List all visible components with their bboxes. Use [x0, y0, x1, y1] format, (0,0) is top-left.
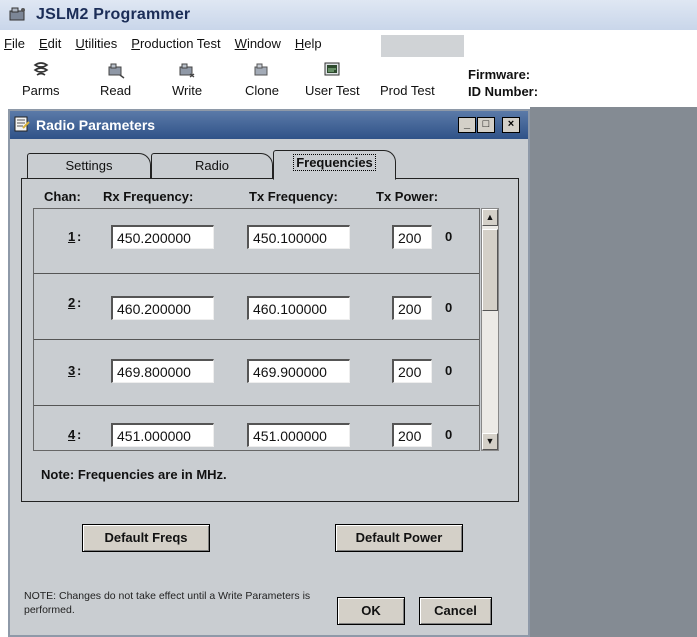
tab-frequencies[interactable]: Frequencies: [273, 150, 396, 180]
rx-frequency-field[interactable]: 460.200000: [111, 296, 214, 320]
column-header-chan: Chan:: [44, 189, 81, 204]
tx-frequency-field[interactable]: 469.900000: [247, 359, 350, 383]
channel-row: 3: 469.800000 469.900000 200 0: [34, 341, 479, 406]
clone-tool-button[interactable]: Clone: [245, 61, 279, 98]
ok-label: OK: [361, 603, 381, 618]
mdi-workspace: [530, 107, 697, 637]
clone-icon: [252, 61, 272, 79]
parms-icon: [31, 61, 51, 79]
app-titlebar: JSLM2 Programmer: [0, 0, 697, 30]
tx-power-indicator: 0: [445, 363, 453, 378]
menu-bar: File Edit Utilities Production Test Window He…: [0, 31, 697, 56]
close-button[interactable]: ×: [502, 117, 520, 133]
tab-settings[interactable]: Settings: [27, 153, 151, 179]
tx-power-field[interactable]: 200: [392, 423, 432, 447]
tx-frequency-field[interactable]: 450.100000: [247, 225, 350, 249]
tx-power-field[interactable]: 200: [392, 359, 432, 383]
write-icon: [177, 61, 197, 79]
tx-frequency-field[interactable]: 451.000000: [247, 423, 350, 447]
menu-item[interactable]: Help: [295, 36, 322, 51]
prod-test-tool-button[interactable]: Prod Test: [380, 83, 435, 98]
default-power-button[interactable]: Default Power: [335, 524, 463, 552]
cancel-label: Cancel: [434, 603, 477, 618]
channel-list: 1: 450.200000 450.100000 200 0 2: 460.20…: [33, 208, 480, 451]
dialog-icon: [14, 116, 30, 135]
tx-power-indicator: 0: [445, 229, 453, 244]
vertical-scrollbar[interactable]: ▲ ▼: [481, 208, 499, 451]
channel-number: 1: [68, 229, 76, 244]
menu-item[interactable]: Window: [235, 36, 281, 51]
column-header-power: Tx Power:: [376, 189, 439, 204]
column-header-rx: Rx Frequency:: [103, 189, 194, 204]
firmware-label: Firmware:: [468, 67, 531, 82]
maximize-button[interactable]: □: [477, 117, 495, 133]
frequency-units-note: Note: Frequencies are in MHz.: [41, 467, 227, 482]
dialog-titlebar[interactable]: Radio Parameters _ □ ×: [10, 111, 528, 139]
tx-frequency-field[interactable]: 460.100000: [247, 296, 350, 320]
write-label: Write: [172, 83, 203, 98]
default-power-label: Default Power: [355, 530, 443, 545]
minimize-button[interactable]: _: [458, 117, 476, 133]
ok-button[interactable]: OK: [337, 597, 405, 625]
clone-label: Clone: [245, 83, 279, 98]
channel-number: 3: [68, 363, 76, 378]
read-icon: [106, 61, 126, 79]
app-icon: [8, 6, 28, 24]
scroll-down-button[interactable]: ▼: [482, 433, 498, 450]
tab-radio-label: Radio: [195, 158, 229, 173]
user-test-tool-button[interactable]: User Test: [305, 61, 360, 98]
channel-row: 1: 450.200000 450.100000 200 0: [34, 209, 479, 274]
parms-tool-button[interactable]: Parms: [22, 61, 60, 98]
read-label: Read: [100, 83, 132, 98]
tx-power-field[interactable]: 200: [392, 225, 432, 249]
menu-item[interactable]: Production Test: [131, 36, 220, 51]
tx-power-indicator: 0: [445, 300, 453, 315]
default-freqs-label: Default Freqs: [104, 530, 188, 545]
tx-power-field[interactable]: 200: [392, 296, 432, 320]
channel-row: 2: 460.200000 460.100000 200 0: [34, 275, 479, 340]
prod-test-label: Prod Test: [380, 83, 435, 98]
scroll-thumb[interactable]: [482, 229, 498, 311]
tab-frequencies-label: Frequencies: [293, 154, 376, 171]
read-tool-button[interactable]: Read: [100, 61, 131, 98]
dialog-title: Radio Parameters: [36, 117, 156, 133]
channel-number: 4: [68, 427, 76, 442]
radio-parameters-dialog: Radio Parameters _ □ × Settings Radio Fr…: [8, 109, 530, 637]
toolbar: Parms Read Write Clone User Test Prod Te…: [0, 57, 697, 107]
rx-frequency-field[interactable]: 450.200000: [111, 225, 214, 249]
cancel-button[interactable]: Cancel: [419, 597, 492, 625]
menu-item[interactable]: File: [4, 36, 25, 51]
scroll-up-button[interactable]: ▲: [482, 209, 498, 226]
write-parameters-note: NOTE: Changes do not take effect until a…: [24, 590, 311, 616]
rx-frequency-field[interactable]: 451.000000: [111, 423, 214, 447]
channel-row: 4: 451.000000 451.000000 200 0: [34, 407, 479, 450]
channel-number: 2: [68, 295, 76, 310]
app-title: JSLM2 Programmer: [36, 6, 191, 23]
user-test-icon: [322, 61, 342, 79]
write-tool-button[interactable]: Write: [172, 61, 202, 98]
default-freqs-button[interactable]: Default Freqs: [82, 524, 210, 552]
tab-settings-label: Settings: [65, 158, 113, 173]
id-number-label: ID Number:: [468, 84, 539, 99]
column-header-tx: Tx Frequency:: [249, 189, 338, 204]
rx-frequency-field[interactable]: 469.800000: [111, 359, 214, 383]
tab-radio[interactable]: Radio: [151, 153, 273, 179]
tx-power-indicator: 0: [445, 427, 453, 442]
parms-label: Parms: [22, 83, 60, 98]
menu-item[interactable]: Edit: [39, 36, 61, 51]
menu-item[interactable]: Utilities: [75, 36, 117, 51]
user-test-label: User Test: [305, 83, 360, 98]
